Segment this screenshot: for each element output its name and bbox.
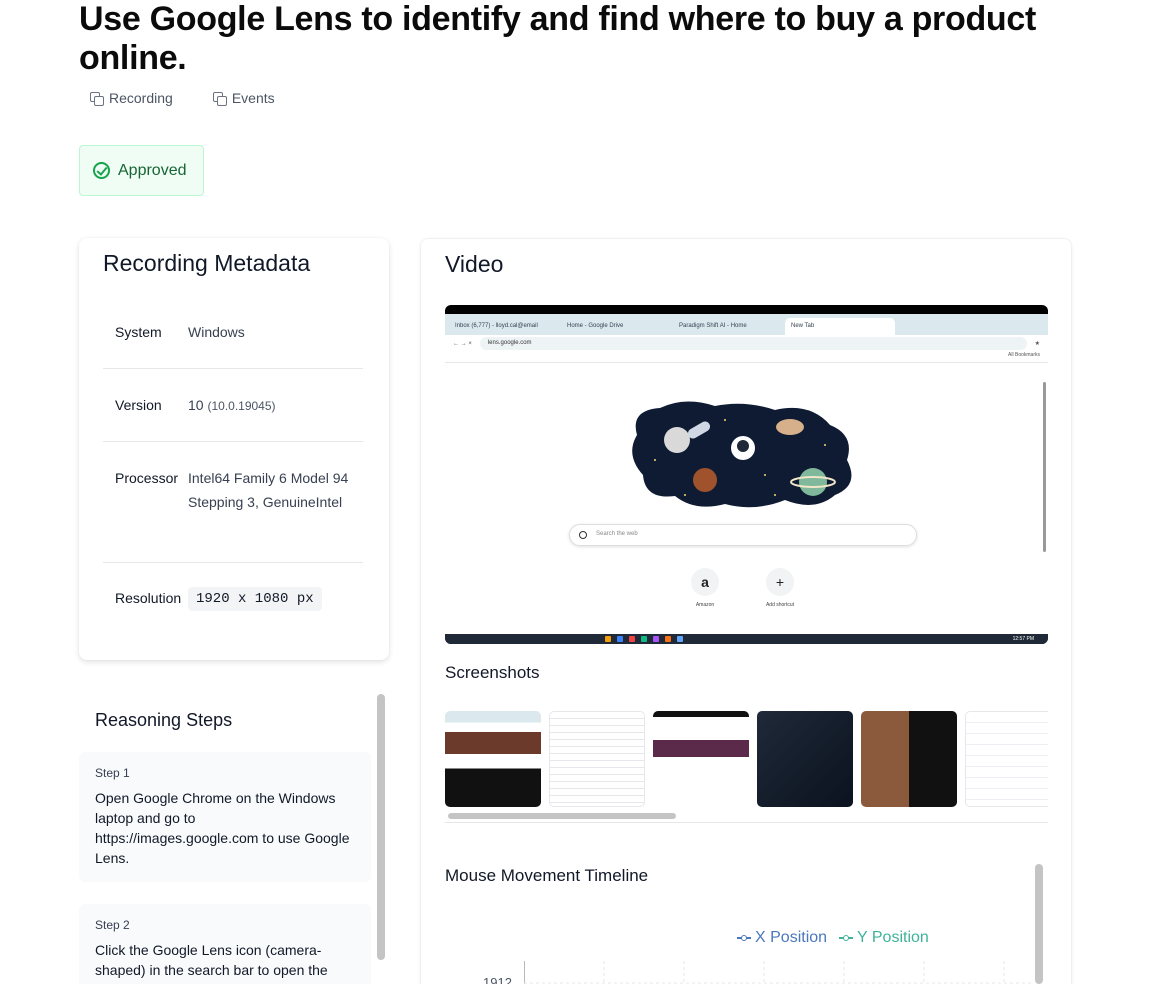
- legend-y[interactable]: Y Position: [839, 929, 929, 947]
- check-circle-icon: [93, 162, 110, 179]
- system-label: System: [115, 324, 162, 340]
- line-marker-icon: [839, 934, 854, 942]
- events-link[interactable]: Events: [212, 90, 275, 106]
- reasoning-panel: Reasoning Steps Step 1 Open Google Chrom…: [79, 692, 373, 984]
- browser-screenshot: Inbox (6,777) - lloyd.cal@email Home - G…: [445, 314, 1048, 634]
- shortcut-add: + Add shortcut: [750, 568, 810, 608]
- reasoning-heading: Reasoning Steps: [95, 710, 233, 730]
- browser-url: lens.google.com: [479, 337, 1027, 350]
- star-icon: ★: [1034, 341, 1040, 347]
- taskbar-app-icon: [617, 636, 623, 642]
- legend-x-label: X Position: [755, 929, 828, 946]
- taskbar-app-icon: [641, 636, 647, 642]
- timeline-heading: Mouse Movement Timeline: [445, 866, 649, 885]
- space-doodle-image: [632, 401, 852, 508]
- version-value-group: 10 (10.0.19045): [188, 393, 353, 418]
- video-heading: Video: [445, 251, 504, 277]
- divider: [103, 368, 363, 369]
- browser-tab: Inbox (6,777) - lloyd.cal@email: [455, 323, 538, 329]
- divider: [103, 562, 363, 563]
- step-text: Click the Google Lens icon (camera-shape…: [95, 942, 328, 978]
- video-card-scrollbar[interactable]: [1035, 864, 1043, 984]
- browser-scrollbar: [1043, 382, 1046, 552]
- resolution-value-wrap: 1920 x 1080 px: [188, 585, 353, 611]
- ntp-search-box: Search the web: [569, 524, 917, 546]
- recording-link[interactable]: Recording: [90, 90, 173, 106]
- shortcut-amazon: a Amazon: [675, 568, 735, 608]
- taskbar-app-icon: [653, 636, 659, 642]
- legend-x[interactable]: X Position: [737, 929, 827, 947]
- shortcut-label: Add shortcut: [765, 602, 795, 608]
- reasoning-scrollbar[interactable]: [377, 694, 385, 960]
- processor-label: Processor: [115, 470, 179, 486]
- taskbar-app-icon: [629, 636, 635, 642]
- amazon-icon: a: [691, 568, 719, 596]
- processor-row: Processor Intel64 Family 6 Model 94 Step…: [103, 466, 363, 514]
- status-label: Approved: [118, 161, 187, 179]
- taskbar-app-icon: [677, 636, 683, 642]
- step-title: Step 1: [95, 766, 130, 780]
- system-value: Windows: [188, 324, 245, 340]
- plus-icon: +: [766, 568, 794, 596]
- screenshot-thumbnail[interactable]: [965, 711, 1048, 807]
- version-detail: (10.0.19045): [207, 399, 276, 413]
- screenshot-thumbnail[interactable]: [549, 711, 645, 807]
- title-links: Recording Events: [90, 90, 275, 106]
- browser-tab: Home - Google Drive: [567, 323, 624, 329]
- step-text: Open Google Chrome on the Windows laptop…: [95, 790, 350, 866]
- screenshot-strip[interactable]: [445, 711, 1048, 807]
- taskbar-app-icon: [605, 636, 611, 642]
- screenshot-thumbnail[interactable]: [861, 711, 957, 807]
- processor-value: Intel64 Family 6 Model 94 Stepping 3, Ge…: [188, 470, 349, 510]
- metadata-heading: Recording Metadata: [103, 250, 311, 276]
- screenshot-thumbnail[interactable]: [757, 711, 853, 807]
- legend-y-label: Y Position: [857, 929, 929, 946]
- divider: [103, 441, 363, 442]
- taskbar-clock: 12:57 PM: [1012, 636, 1034, 642]
- video-card: Video Inbox (6,777) - lloyd.cal@email Ho…: [420, 238, 1072, 984]
- reasoning-step: Step 2 Click the Google Lens icon (camer…: [79, 904, 371, 984]
- resolution-value: 1920 x 1080 px: [188, 587, 322, 611]
- timeline-chart: [524, 961, 1034, 984]
- video-player[interactable]: Inbox (6,777) - lloyd.cal@email Home - G…: [445, 305, 1048, 644]
- screenshot-strip-scrollbar[interactable]: [448, 813, 676, 819]
- recording-metadata-card: Recording Metadata System Windows Versio…: [79, 238, 389, 660]
- screenshots-heading: Screenshots: [445, 663, 540, 682]
- version-label: Version: [115, 397, 162, 413]
- system-row: System Windows: [103, 320, 363, 344]
- version-value: 10: [188, 397, 204, 413]
- recording-link-label: Recording: [109, 90, 173, 106]
- shortcut-label: Amazon: [695, 602, 715, 608]
- screenshot-thumbnail[interactable]: [653, 711, 749, 807]
- taskbar-app-icon: [665, 636, 671, 642]
- status-badge: Approved: [79, 145, 204, 196]
- reasoning-step: Step 1 Open Google Chrome on the Windows…: [79, 752, 371, 882]
- nav-arrows-icon: ← → ×: [453, 340, 472, 347]
- line-marker-icon: [737, 934, 751, 942]
- browser-tabstrip: Inbox (6,777) - lloyd.cal@email Home - G…: [445, 314, 1048, 335]
- divider: [445, 822, 1048, 823]
- windows-taskbar: 12:57 PM: [445, 634, 1048, 644]
- copy-icon: [90, 91, 104, 106]
- browser-omnibar: ← → × lens.google.com ★: [445, 335, 1048, 352]
- resolution-label: Resolution: [115, 590, 182, 606]
- events-link-label: Events: [231, 90, 275, 106]
- version-row: Version 10 (10.0.19045): [103, 393, 363, 418]
- timeline-legend: X Position Y Position: [737, 929, 929, 947]
- resolution-row: Resolution 1920 x 1080 px: [103, 585, 363, 611]
- bookmarks-bar: All Bookmarks: [445, 352, 1048, 363]
- screenshot-thumbnail[interactable]: [445, 711, 541, 807]
- copy-icon: [212, 91, 227, 106]
- browser-tab: Paradigm Shift AI - Home: [679, 323, 747, 329]
- step-title: Step 2: [95, 918, 130, 932]
- page-title: Use Google Lens to identify and find whe…: [79, 0, 1037, 77]
- browser-tab-active: New Tab: [785, 318, 895, 335]
- y-tick-label: 1912: [483, 975, 512, 984]
